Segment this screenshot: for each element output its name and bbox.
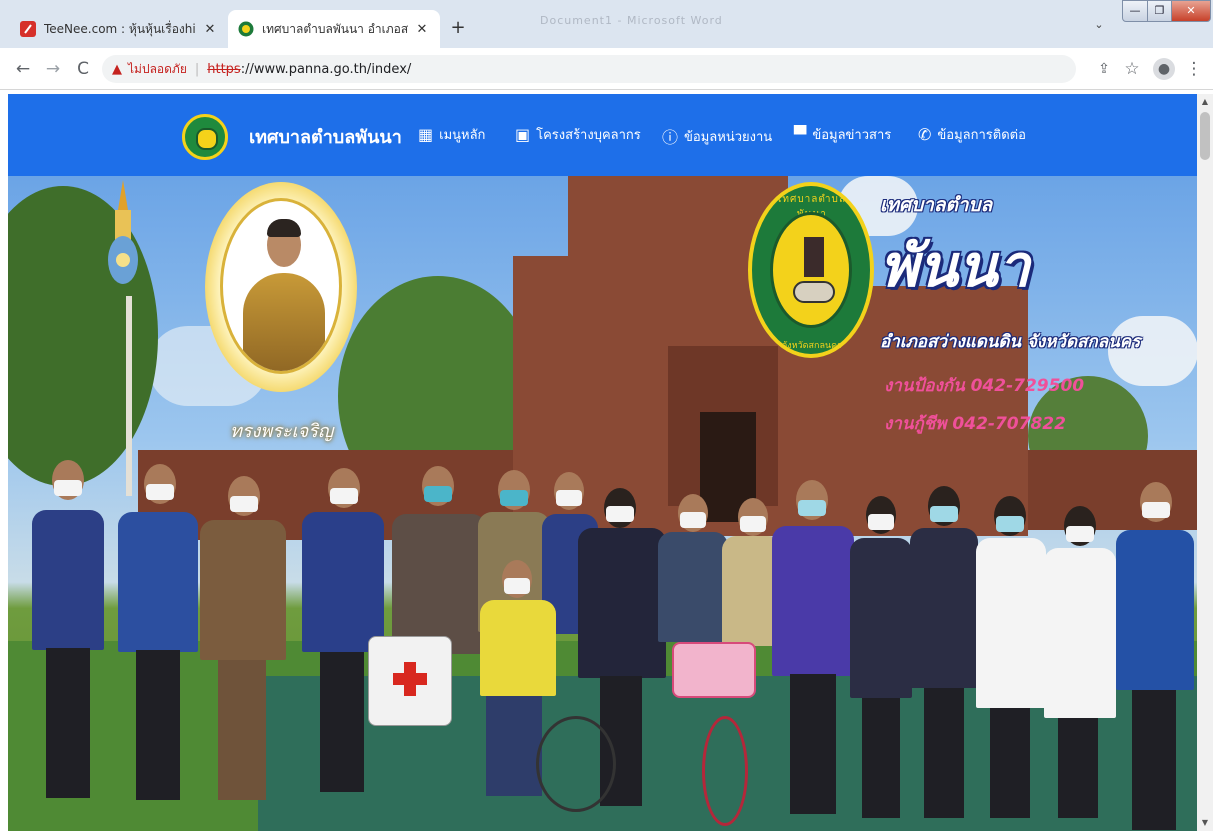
hero-phone-rescue: งานกู้ชีพ 042-707822 bbox=[884, 414, 1066, 434]
municipality-seal: เทศบาลตำบลพันนา จังหวัดสกลนคร bbox=[748, 182, 874, 358]
hero-title: พันนา bbox=[880, 232, 1031, 300]
nav-agency-info[interactable]: ⓘ ข้อมูลหน่วยงาน bbox=[662, 124, 772, 148]
panna-favicon-icon bbox=[238, 21, 254, 37]
nav-news[interactable]: ▀ ข้อมูลข่าวสาร bbox=[794, 124, 891, 145]
person bbox=[28, 458, 108, 818]
site-name[interactable]: เทศบาลตำบลพันนา bbox=[249, 122, 402, 151]
hero-banner: ทรงพระเจริญ เทศบาลตำบลพันนา จังหวัดสกลนค… bbox=[8, 176, 1197, 831]
nav-label: ข้อมูลหน่วยงาน bbox=[684, 129, 773, 145]
scroll-thumb[interactable] bbox=[1200, 112, 1210, 160]
tab-teenee[interactable]: TeeNee.com : หุ้นหุ้นเรื่องhit อัพเดท ✕ bbox=[10, 10, 228, 48]
person bbox=[770, 478, 856, 818]
nav-label: ข้อมูลการติดต่อ bbox=[937, 128, 1026, 143]
basket bbox=[672, 642, 756, 698]
hero-location: อำเภอสว่างแดนดิน จังหวัดสกลนคร bbox=[880, 332, 1141, 352]
portrait-caption: ทรงพระเจริญ bbox=[230, 421, 334, 442]
site-navbar: เทศบาลตำบลพันนา ▦ เมนูหลัก ▣ โครงสร้างบุ… bbox=[8, 94, 1197, 176]
browser-menu-icon[interactable]: ⋮ bbox=[1183, 58, 1205, 80]
castle-icon bbox=[804, 237, 824, 277]
person bbox=[1114, 480, 1196, 830]
seal-bottom-text: จังหวัดสกลนคร bbox=[782, 341, 842, 351]
address-bar[interactable]: ▲ ไม่ปลอดภัย | https ://www.panna.go.th/… bbox=[102, 55, 1076, 83]
person bbox=[848, 494, 914, 824]
tricycle bbox=[702, 716, 748, 826]
scroll-down-icon[interactable]: ▼ bbox=[1197, 815, 1213, 831]
minimize-button[interactable]: — bbox=[1122, 0, 1148, 22]
king-portrait bbox=[220, 198, 342, 374]
nav-label: ข้อมูลข่าวสาร bbox=[812, 128, 892, 143]
tab-title: เทศบาลตำบลพันนา อำเภอสว่างแดนดิน bbox=[262, 21, 408, 36]
hero-phone-prevention: งานป้องกัน 042-729500 bbox=[884, 376, 1085, 396]
site-logo[interactable] bbox=[182, 114, 228, 160]
hero-subtitle: เทศบาลตำบล bbox=[880, 194, 993, 216]
tab-search-button[interactable]: ⌄ bbox=[1088, 14, 1110, 36]
background-window-title: Document1 - Microsoft Word bbox=[540, 14, 723, 27]
browser-toolbar: ← → C ▲ ไม่ปลอดภัย | https ://www.panna.… bbox=[0, 48, 1213, 90]
profile-avatar[interactable]: ● bbox=[1153, 58, 1175, 80]
calendar-icon: ▣ bbox=[515, 125, 531, 144]
forward-button[interactable]: → bbox=[40, 56, 66, 82]
person bbox=[974, 494, 1048, 824]
reload-button[interactable]: C bbox=[70, 56, 96, 82]
maximize-button[interactable]: ❐ bbox=[1147, 0, 1172, 22]
new-tab-button[interactable]: + bbox=[446, 17, 470, 41]
info-icon: ⓘ bbox=[662, 128, 679, 147]
close-window-button[interactable]: ✕ bbox=[1171, 0, 1211, 22]
tab-close-icon[interactable]: ✕ bbox=[202, 22, 218, 37]
tab-close-icon[interactable]: ✕ bbox=[414, 22, 430, 37]
url-scheme: https bbox=[207, 61, 241, 77]
nav-personnel[interactable]: ▣ โครงสร้างบุคลากร bbox=[515, 124, 641, 145]
person bbox=[116, 460, 200, 820]
person bbox=[198, 474, 288, 814]
tab-panna[interactable]: เทศบาลตำบลพันนา อำเภอสว่างแดนดิน ✕ bbox=[228, 10, 440, 48]
nav-main-menu[interactable]: ▦ เมนูหลัก bbox=[418, 124, 485, 145]
chat-icon: ▀ bbox=[794, 125, 807, 144]
person bbox=[908, 484, 980, 824]
share-icon[interactable]: ⇪ bbox=[1093, 58, 1115, 80]
handshake-icon bbox=[793, 281, 835, 303]
tab-strip: TeeNee.com : หุ้นหุ้นเรื่องhit อัพเดท ✕ … bbox=[0, 0, 1213, 48]
scroll-up-icon[interactable]: ▲ bbox=[1197, 94, 1213, 110]
tab-title: TeeNee.com : หุ้นหุ้นเรื่องhit อัพเดท bbox=[44, 21, 196, 36]
teenee-favicon-icon bbox=[20, 21, 36, 37]
wheelchair bbox=[536, 716, 616, 812]
royal-emblem-icon bbox=[108, 180, 138, 284]
page-scrollbar[interactable]: ▲ ▼ bbox=[1197, 94, 1213, 831]
url-text: ://www.panna.go.th/index/ bbox=[240, 61, 412, 77]
bookmark-star-icon[interactable]: ☆ bbox=[1121, 58, 1143, 80]
nav-label: โครงสร้างบุคลากร bbox=[536, 128, 641, 143]
phone-icon: ✆ bbox=[918, 125, 932, 144]
nav-contact[interactable]: ✆ ข้อมูลการติดต่อ bbox=[918, 124, 1026, 145]
grid-icon: ▦ bbox=[418, 125, 434, 144]
security-label[interactable]: ไม่ปลอดภัย bbox=[128, 60, 187, 79]
warning-icon[interactable]: ▲ bbox=[112, 62, 122, 77]
divider: | bbox=[194, 61, 200, 77]
person bbox=[390, 464, 488, 804]
nav-label: เมนูหลัก bbox=[439, 128, 486, 143]
person bbox=[1042, 504, 1118, 824]
back-button[interactable]: ← bbox=[10, 56, 36, 82]
